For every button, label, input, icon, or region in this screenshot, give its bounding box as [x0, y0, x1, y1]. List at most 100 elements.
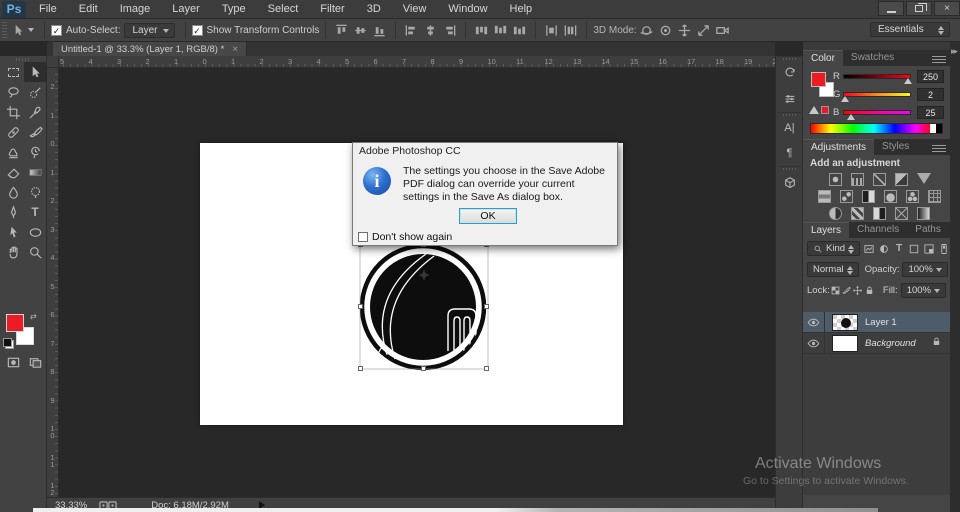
- options-grip[interactable]: [2, 22, 7, 38]
- vibrance-icon[interactable]: [917, 173, 931, 184]
- clone-stamp-tool[interactable]: [2, 142, 24, 162]
- blue-value[interactable]: 25: [917, 106, 944, 119]
- selective-color-icon[interactable]: [895, 207, 908, 220]
- black-white-icon[interactable]: [862, 190, 875, 203]
- background-thumbnail[interactable]: [832, 335, 858, 352]
- filter-pixel-layers-icon[interactable]: [863, 242, 875, 256]
- curves-icon[interactable]: [873, 173, 886, 186]
- align-left-edges-icon[interactable]: [404, 23, 419, 38]
- paragraph-panel-button[interactable]: ¶: [779, 142, 800, 163]
- transform-handle-se[interactable]: [484, 366, 489, 371]
- ok-button[interactable]: OK: [459, 208, 517, 224]
- tab-close-icon[interactable]: ×: [232, 44, 238, 55]
- layer1-name[interactable]: Layer 1: [865, 317, 897, 328]
- menu-filter[interactable]: Filter: [309, 0, 355, 19]
- spectrum-black-end[interactable]: [936, 124, 942, 133]
- rectangular-marquee-tool[interactable]: [2, 62, 24, 82]
- distribute-top-edges-icon[interactable]: [474, 23, 489, 38]
- blur-tool[interactable]: [2, 182, 24, 202]
- tab-layers[interactable]: Layers: [803, 222, 849, 238]
- expand-panels-icon[interactable]: ▸▸: [951, 46, 956, 57]
- layer-row-layer1[interactable]: Layer 1: [803, 312, 950, 333]
- align-top-edges-icon[interactable]: [334, 23, 349, 38]
- ellipse-tool[interactable]: [24, 222, 46, 242]
- levels-icon[interactable]: [851, 173, 864, 186]
- menu-help[interactable]: Help: [499, 0, 544, 19]
- foreground-color-swatch[interactable]: [6, 314, 24, 332]
- color-spectrum-ramp[interactable]: [810, 123, 943, 134]
- menu-type[interactable]: Type: [211, 0, 257, 19]
- distribute-horizontal-centers-icon[interactable]: [563, 23, 578, 38]
- tab-adjustments[interactable]: Adjustments: [803, 139, 874, 155]
- properties-panel-button[interactable]: [779, 88, 800, 109]
- gradient-tool[interactable]: [24, 162, 46, 182]
- tool-preset-arrow-icon[interactable]: [28, 28, 34, 32]
- move-tool[interactable]: [24, 62, 46, 82]
- dont-show-checkbox[interactable]: [358, 232, 368, 242]
- screen-mode-button[interactable]: [24, 352, 46, 372]
- eraser-tool[interactable]: [2, 162, 24, 182]
- green-slider-thumb[interactable]: [841, 96, 849, 102]
- posterize-icon[interactable]: [851, 207, 864, 220]
- threshold-icon[interactable]: [873, 207, 886, 220]
- restore-button[interactable]: [906, 1, 932, 16]
- menu-select[interactable]: Select: [257, 0, 310, 19]
- character-panel-button[interactable]: A|: [779, 117, 800, 138]
- brush-tool[interactable]: [24, 122, 46, 142]
- 3d-zoom-camera-icon[interactable]: [715, 23, 730, 38]
- quick-selection-tool[interactable]: [24, 82, 46, 102]
- document-tab[interactable]: Untitled-1 @ 33.3% (Layer 1, RGB/8) * ×: [53, 42, 247, 56]
- transform-handle-w[interactable]: [358, 304, 363, 309]
- tab-styles[interactable]: Styles: [874, 139, 917, 155]
- panel-menu-icon[interactable]: [932, 144, 946, 152]
- opacity-value-dropdown[interactable]: 100%: [902, 262, 947, 277]
- spot-healing-brush-tool[interactable]: [2, 122, 24, 142]
- filter-adjustment-layers-icon[interactable]: [878, 242, 890, 256]
- lock-position-icon[interactable]: [852, 284, 863, 298]
- toolbar-grip[interactable]: [16, 58, 30, 61]
- transform-handle-sw[interactable]: [358, 366, 363, 371]
- default-colors-icon[interactable]: [5, 340, 14, 349]
- menu-image[interactable]: Image: [109, 0, 162, 19]
- distribute-vertical-centers-icon[interactable]: [493, 23, 508, 38]
- close-button[interactable]: ×: [934, 1, 960, 16]
- align-vertical-centers-icon[interactable]: [353, 23, 368, 38]
- filter-smart-objects-icon[interactable]: [923, 242, 935, 256]
- lock-transparency-icon[interactable]: [830, 284, 841, 298]
- menu-window[interactable]: Window: [437, 0, 498, 19]
- panel-foreground-swatch[interactable]: [811, 72, 826, 87]
- distribute-left-edges-icon[interactable]: [544, 23, 559, 38]
- blend-mode-dropdown[interactable]: Normal: [807, 262, 859, 277]
- transform-handle-e[interactable]: [484, 304, 489, 309]
- dodge-tool[interactable]: [24, 182, 46, 202]
- menu-layer[interactable]: Layer: [161, 0, 211, 19]
- menu-file[interactable]: File: [28, 0, 68, 19]
- filter-toggle-switch[interactable]: [938, 242, 950, 256]
- align-horizontal-centers-icon[interactable]: [423, 23, 438, 38]
- color-lookup-icon[interactable]: [928, 190, 941, 203]
- lock-pixels-icon[interactable]: [841, 284, 852, 298]
- filter-shape-layers-icon[interactable]: [908, 242, 920, 256]
- red-slider-thumb[interactable]: [904, 78, 912, 84]
- auto-select-target-dropdown[interactable]: Layer: [124, 23, 174, 38]
- zoom-tool[interactable]: [24, 242, 46, 262]
- swap-colors-icon[interactable]: ⇄: [30, 312, 37, 321]
- red-slider[interactable]: [843, 74, 911, 79]
- 3d-roll-icon[interactable]: [658, 23, 673, 38]
- dialog-title[interactable]: Adobe Photoshop CC: [353, 143, 617, 159]
- layer1-thumbnail[interactable]: [832, 314, 858, 331]
- pen-tool[interactable]: [2, 202, 24, 222]
- exposure-icon[interactable]: [895, 173, 908, 186]
- horizontal-type-tool[interactable]: T: [24, 202, 46, 222]
- eyedropper-tool[interactable]: [24, 102, 46, 122]
- 3d-pan-icon[interactable]: [677, 23, 692, 38]
- minimize-button[interactable]: [878, 1, 904, 16]
- tab-channels[interactable]: Channels: [849, 222, 907, 238]
- filter-type-layers-icon[interactable]: T: [893, 242, 905, 256]
- tab-color[interactable]: Color: [803, 50, 843, 66]
- hand-tool[interactable]: [2, 242, 24, 262]
- layer1-visibility-toggle[interactable]: [803, 312, 825, 333]
- show-transform-checkbox[interactable]: ✓: [192, 25, 203, 36]
- layer-filter-kind-dropdown[interactable]: Kind: [807, 241, 860, 256]
- distribute-bottom-edges-icon[interactable]: [512, 23, 527, 38]
